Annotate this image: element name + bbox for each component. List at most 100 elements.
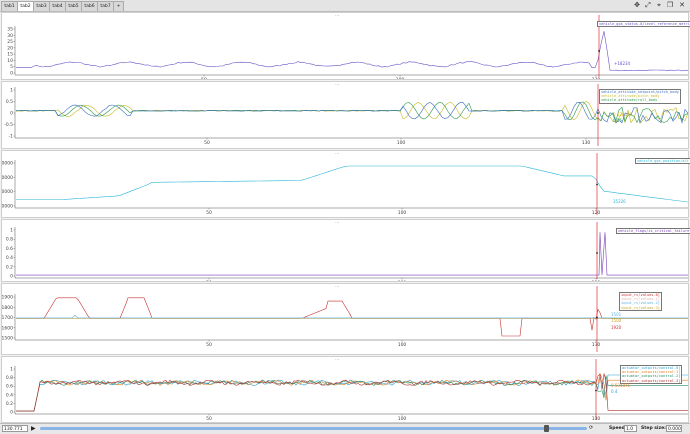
x-tick-label: 50	[206, 342, 212, 348]
x-tick-label: 100	[396, 77, 405, 79]
cursor-value-label: +18234	[614, 61, 631, 66]
y-tick-label: 0	[10, 71, 13, 77]
cursor-value-label: 0.534871	[611, 383, 631, 388]
legend-entry[interactable]: input_rc/values.2]	[621, 301, 660, 305]
plot-panel-1[interactable]: ···3530252015105050100130vehicle_gps_sta…	[1, 12, 690, 80]
step-size-label: Step size:	[641, 426, 666, 431]
y-tick-label: 0	[10, 410, 13, 416]
series-line-1	[16, 232, 688, 276]
tab-6[interactable]: tab6	[81, 1, 98, 11]
tab-4[interactable]: tab4	[49, 1, 66, 11]
legend-entry[interactable]: vehicle_gps_status.0/level_reference_met…	[599, 22, 690, 26]
cursor-value-label: 1500	[611, 318, 622, 323]
plot-panel-4[interactable]: ···10.80.60.40.2050100130vehicle_flags/i…	[1, 219, 690, 282]
x-tick-label: 100	[398, 210, 407, 216]
plot-panel-5[interactable]: ··· 1900 1800 1700 1600 1500 50 100 130 input_rc/…	[1, 283, 689, 355]
series-line-1	[16, 165, 688, 203]
y-tick-label: 0.8	[6, 237, 13, 243]
y-tick-label: 30	[7, 33, 13, 39]
series-line-1	[16, 374, 688, 412]
plot-panel-6[interactable]: ···10.80.60.40.2050100130actuator_output…	[1, 356, 689, 423]
y-tick-label: 20000	[2, 189, 13, 195]
cursor-value-label: 0.121166	[613, 112, 633, 117]
move-icon[interactable]: ✥	[632, 0, 642, 10]
playback-slider[interactable]	[40, 427, 587, 430]
y-tick-label: 0.4	[6, 392, 13, 398]
y-tick-label: 25	[7, 39, 13, 45]
plot-legend[interactable]: vehicle_attitude_setpoint/pitch_body vehi…	[599, 89, 681, 104]
x-tick-label: 120	[592, 210, 601, 216]
plot-legend[interactable]: vehicle_gps_position/alt	[635, 158, 690, 165]
plot-canvas[interactable]: 1900 1800 1700 1600 1500 50 100 130	[2, 284, 688, 354]
playback-bar: 130.771 ▶ ⟳ Speed: 1.0 Step size: 0.000	[0, 423, 690, 434]
window-icon[interactable]: ❐	[665, 0, 675, 10]
cursor-value-label: 1920	[611, 325, 622, 330]
tab-3[interactable]: tab3	[33, 1, 50, 11]
y-tick-label: 15	[7, 52, 13, 58]
cursor-marker	[598, 50, 600, 52]
speed-input[interactable]: 1.0	[624, 425, 637, 432]
plot-legend[interactable]: input_rc/values.0] input_rc/values.1] inpu…	[619, 292, 662, 311]
playback-slider-handle[interactable]	[543, 425, 549, 432]
repeat-icon[interactable]: ⟳	[589, 425, 593, 432]
plot-panel-3[interactable]: ···4000030000200001000050100120vehicle_g…	[1, 150, 690, 218]
crosshair-icon[interactable]: ⌖	[654, 0, 664, 10]
expand-icon[interactable]: ⤢	[643, 0, 653, 10]
step-size-input[interactable]: 0.000	[666, 425, 682, 432]
tab-1[interactable]: tab1	[1, 1, 18, 11]
x-tick-label: 100	[398, 416, 407, 422]
play-icon[interactable]: ▶	[31, 425, 36, 432]
y-tick-label: 30000	[2, 175, 13, 181]
time-field[interactable]: 130.771	[2, 425, 28, 432]
y-tick-label: 20	[7, 45, 13, 51]
close-icon[interactable]: ✕	[677, 0, 687, 10]
cursor-value-label: 0.15	[613, 118, 622, 123]
cursor-marker	[595, 389, 597, 392]
legend-entry[interactable]: actuator_outputs/control.2]	[622, 374, 680, 378]
legend-entry[interactable]: vehicle_attitude/roll_body	[601, 98, 679, 102]
x-tick-label: 50	[206, 280, 212, 281]
y-tick-label: 0.6	[6, 246, 13, 252]
add-tab-button[interactable]: +	[113, 1, 124, 11]
y-tick-label: 0	[10, 111, 13, 117]
y-tick-label: 1500	[2, 336, 13, 342]
y-tick-label: 0.5	[6, 99, 13, 105]
plot-canvas[interactable]: 10.80.60.40.2050100130	[2, 357, 688, 422]
y-tick-label: -0.5	[4, 122, 13, 128]
cursor-value-label: 35226	[613, 199, 626, 204]
y-tick-label: 0.2	[6, 264, 13, 270]
legend-entry[interactable]: vehicle_gps_position/alt	[637, 159, 689, 163]
plot-canvas[interactable]: 3530252015105050100130	[2, 13, 688, 79]
x-tick-label: 50	[206, 416, 212, 422]
plot-legend[interactable]: vehicle_flags/is_critical_failure	[616, 228, 690, 235]
series-line-1	[16, 297, 688, 337]
x-tick-label: 100	[397, 140, 406, 146]
x-tick-label: 100	[398, 280, 407, 281]
series-line-1	[16, 100, 688, 124]
x-tick-label: 50	[204, 140, 210, 146]
plot-legend[interactable]: vehicle_gps_status.0/level_reference_met…	[597, 21, 690, 28]
x-tick-label: 50	[206, 210, 212, 216]
plot-canvas[interactable]: 40000 30000 20000 10000 50 100 120	[2, 151, 688, 217]
y-tick-label: 1700	[2, 315, 13, 321]
cursor-marker	[597, 112, 599, 114]
legend-entry[interactable]: input_rc/values.3]	[621, 306, 660, 310]
tab-bar: tab1 tab2 tab3 tab4 tab5 tab6 tab7 + ✥ ⤢…	[0, 0, 690, 12]
x-tick-label: 50	[201, 77, 207, 79]
series-line-1	[16, 31, 688, 72]
y-tick-label: 1	[10, 228, 13, 234]
legend-entry[interactable]: actuator_outputs/control.3]	[622, 379, 680, 383]
y-tick-label: 5	[10, 64, 13, 70]
plot-canvas[interactable]: 10.80.60.40.2050100130	[2, 220, 688, 281]
plot-canvas[interactable]: 1 0.5 0 -0.5 -1 50 100 130	[2, 82, 688, 148]
x-tick-label: 100	[398, 342, 407, 348]
plot-legend[interactable]: actuator_outputs/control.0] actuator_outp…	[620, 365, 683, 384]
y-tick-label: 1600	[2, 325, 13, 331]
tab-2[interactable]: tab2	[17, 1, 34, 11]
legend-entry[interactable]: vehicle_flags/is_critical_failure	[618, 229, 689, 233]
tab-5[interactable]: tab5	[65, 1, 82, 11]
plot-panel-2[interactable]: ··· 1 0.5 0 -0.5 -1 50 100 130 vehicle_attitude_s…	[1, 81, 689, 149]
series-line-3	[16, 315, 688, 319]
y-tick-label: -1	[9, 134, 14, 140]
tab-7[interactable]: tab7	[97, 1, 114, 11]
